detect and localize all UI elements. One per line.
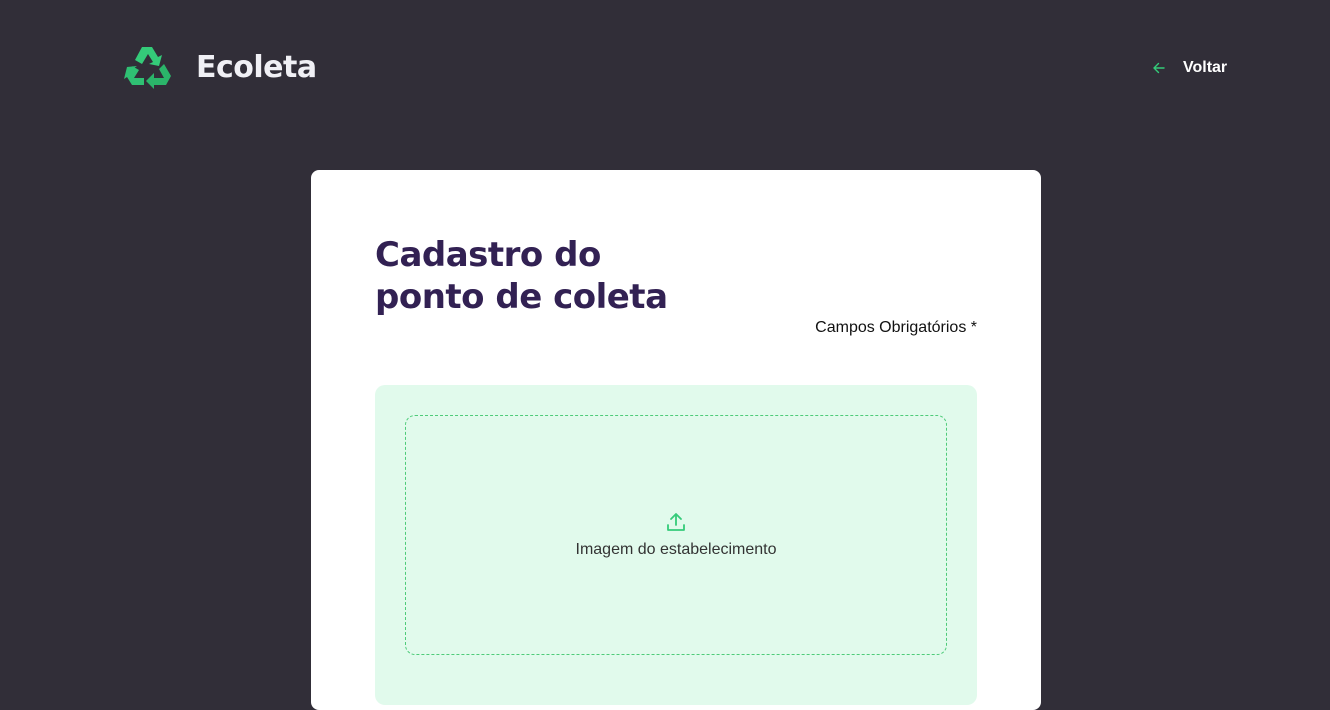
registration-form: Cadastro do ponto de coleta Campos Obrig… — [311, 170, 1041, 710]
arrow-left-icon — [1153, 62, 1165, 74]
recycle-icon — [124, 47, 171, 89]
page-header: Ecoleta Voltar — [0, 0, 1330, 140]
app-name: Ecoleta — [196, 50, 317, 85]
title-line-1: Cadastro do — [375, 235, 601, 275]
title-line-2: ponto de coleta — [375, 277, 668, 317]
required-fields-note: Campos Obrigatórios * — [815, 319, 977, 336]
page-title: Cadastro do ponto de coleta — [375, 234, 705, 318]
image-dropzone-container: Imagem do estabelecimento — [375, 385, 977, 705]
back-link[interactable]: Voltar — [1151, 57, 1227, 79]
upload-icon — [667, 513, 685, 531]
logo: Ecoleta — [124, 44, 317, 92]
back-label: Voltar — [1183, 59, 1228, 76]
dropzone-label: Imagem do estabelecimento — [575, 541, 777, 558]
image-dropzone[interactable]: Imagem do estabelecimento — [405, 415, 947, 655]
